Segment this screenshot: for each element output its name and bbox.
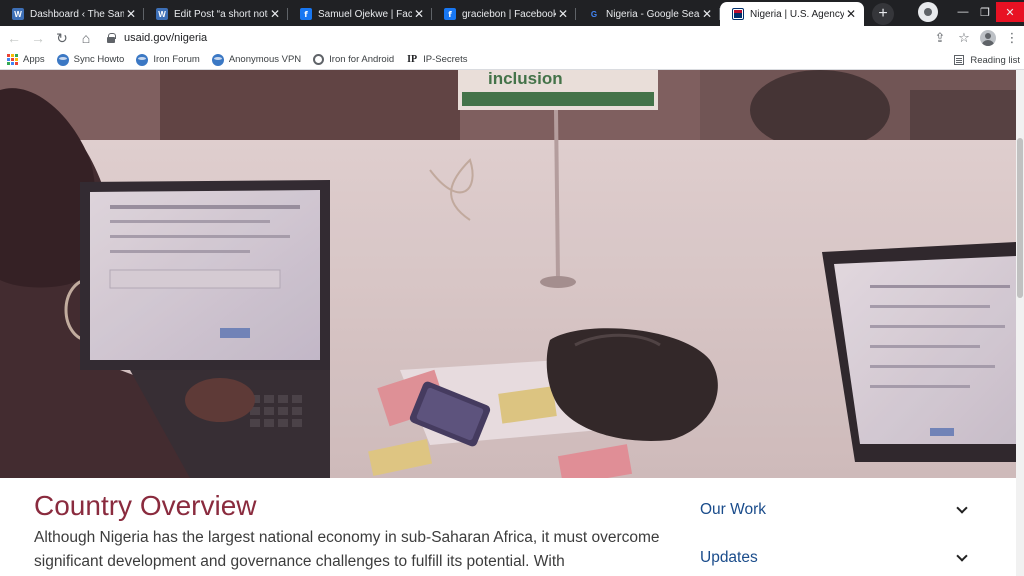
our-work-accordion[interactable]: Our Work: [700, 498, 970, 522]
menu-kebab-icon[interactable]: ⋮: [1000, 27, 1024, 49]
updates-label[interactable]: Updates: [700, 549, 758, 567]
tab-strip: W Dashboard ‹ The Samuel O ✕ W Edit Post…: [0, 0, 1024, 26]
reload-icon[interactable]: ↻: [50, 27, 74, 49]
close-tab-icon[interactable]: ✕: [556, 7, 570, 21]
bookmark-ip-secrets[interactable]: IP IP-Secrets: [406, 54, 467, 66]
avatar: [980, 30, 996, 46]
google-icon: G: [590, 9, 598, 19]
scrollbar-thumb[interactable]: [1017, 138, 1023, 298]
country-overview-section: Country Overview Although Nigeria has th…: [0, 478, 1016, 576]
side-navigation: Our Work Updates: [700, 498, 970, 576]
bookmark-label: Apps: [23, 54, 45, 65]
back-arrow-icon[interactable]: ←: [2, 27, 26, 49]
reading-list-button[interactable]: Reading list: [954, 50, 1020, 70]
forward-arrow-icon[interactable]: →: [26, 27, 50, 49]
window-controls: — ❐ ✕: [918, 0, 1024, 24]
lock-icon[interactable]: [106, 33, 116, 43]
close-tab-icon[interactable]: ✕: [268, 7, 282, 21]
globe-icon: [136, 53, 149, 66]
bookmark-label: Iron for Android: [329, 54, 395, 65]
page-scrollbar[interactable]: [1016, 70, 1024, 576]
close-tab-icon[interactable]: ✕: [412, 7, 426, 21]
tab-title: Samuel Ojekwe | Facebook: [318, 8, 412, 20]
usaid-icon: [732, 8, 744, 20]
tab-samuel-facebook[interactable]: f Samuel Ojekwe | Facebook ✕: [288, 2, 432, 26]
hero-image: inclusion: [0, 70, 1016, 478]
page-content: inclusion Country Overview Although Nige…: [0, 70, 1016, 576]
tab-dashboard[interactable]: W Dashboard ‹ The Samuel O ✕: [0, 2, 144, 26]
bookmark-label: IP-Secrets: [423, 54, 468, 65]
facebook-icon: f: [444, 8, 456, 20]
bookmark-label: Anonymous VPN: [228, 54, 302, 65]
tab-edit-post[interactable]: W Edit Post “a short note to ✕: [144, 2, 288, 26]
wordpress-icon: W: [156, 8, 168, 20]
bookmark-label: Sync Howto: [73, 54, 125, 65]
bookmarks-bar: Apps Sync Howto Iron Forum Anonymous VPN…: [0, 50, 1024, 70]
bookmark-star-icon[interactable]: ☆: [952, 27, 976, 49]
globe-icon: [211, 53, 224, 66]
tab-title: graciebon | Facebook: [462, 8, 556, 20]
close-window-icon[interactable]: ✕: [996, 2, 1024, 22]
chevron-down-icon[interactable]: [956, 502, 968, 514]
chevron-down-icon[interactable]: [956, 550, 968, 562]
ip-icon: IP: [407, 54, 418, 65]
tab-usaid-nigeria[interactable]: Nigeria | U.S. Agency for In ✕: [720, 2, 864, 26]
bookmark-sync-howto[interactable]: Sync Howto: [56, 53, 125, 66]
globe-icon: [56, 53, 69, 66]
hero-photo: inclusion: [0, 70, 1016, 478]
tab-title: Dashboard ‹ The Samuel O: [30, 8, 124, 20]
tab-title: Nigeria | U.S. Agency for In: [750, 8, 844, 20]
close-tab-icon[interactable]: ✕: [700, 7, 714, 21]
share-icon[interactable]: ⇪: [928, 27, 952, 49]
browser-toolbar: ← → ↻ ⌂ usaid.gov/nigeria ⇪ ☆ ⋮: [0, 26, 1024, 50]
url-text[interactable]: usaid.gov/nigeria: [124, 32, 207, 44]
wordpress-icon: W: [12, 8, 24, 20]
web-globe-icon: [313, 54, 325, 65]
our-work-label[interactable]: Our Work: [700, 501, 766, 519]
home-icon[interactable]: ⌂: [74, 27, 98, 49]
tab-title: Edit Post “a short note to: [174, 8, 268, 20]
page-title: Country Overview: [34, 490, 257, 521]
reading-list-label: Reading list: [970, 54, 1020, 66]
bookmark-iron-forum[interactable]: Iron Forum: [136, 53, 200, 66]
minimize-icon[interactable]: —: [952, 2, 974, 22]
profile-icon[interactable]: [918, 2, 938, 22]
tab-google-search[interactable]: G Nigeria - Google Search ✕: [576, 2, 720, 26]
address-bar[interactable]: usaid.gov/nigeria: [98, 28, 978, 48]
bookmark-anonymous-vpn[interactable]: Anonymous VPN: [211, 53, 302, 66]
bookmark-iron-for-android[interactable]: Iron for Android: [313, 54, 394, 65]
restore-icon[interactable]: ❐: [974, 2, 996, 22]
updates-accordion[interactable]: Updates: [700, 546, 970, 570]
bookmark-label: Iron Forum: [153, 54, 200, 65]
new-tab-button[interactable]: +: [872, 3, 894, 25]
apps-grid-icon: [6, 54, 18, 66]
profile-avatar[interactable]: [976, 27, 1000, 49]
tab-title: Nigeria - Google Search: [606, 8, 700, 20]
close-tab-icon[interactable]: ✕: [844, 7, 858, 21]
reading-list-icon: [954, 55, 965, 65]
facebook-icon: f: [300, 8, 312, 20]
overview-paragraph: Although Nigeria has the largest nationa…: [34, 529, 660, 570]
tab-graciebon-facebook[interactable]: f graciebon | Facebook ✕: [432, 2, 576, 26]
bookmark-apps[interactable]: Apps: [6, 54, 45, 66]
close-tab-icon[interactable]: ✕: [124, 7, 138, 21]
